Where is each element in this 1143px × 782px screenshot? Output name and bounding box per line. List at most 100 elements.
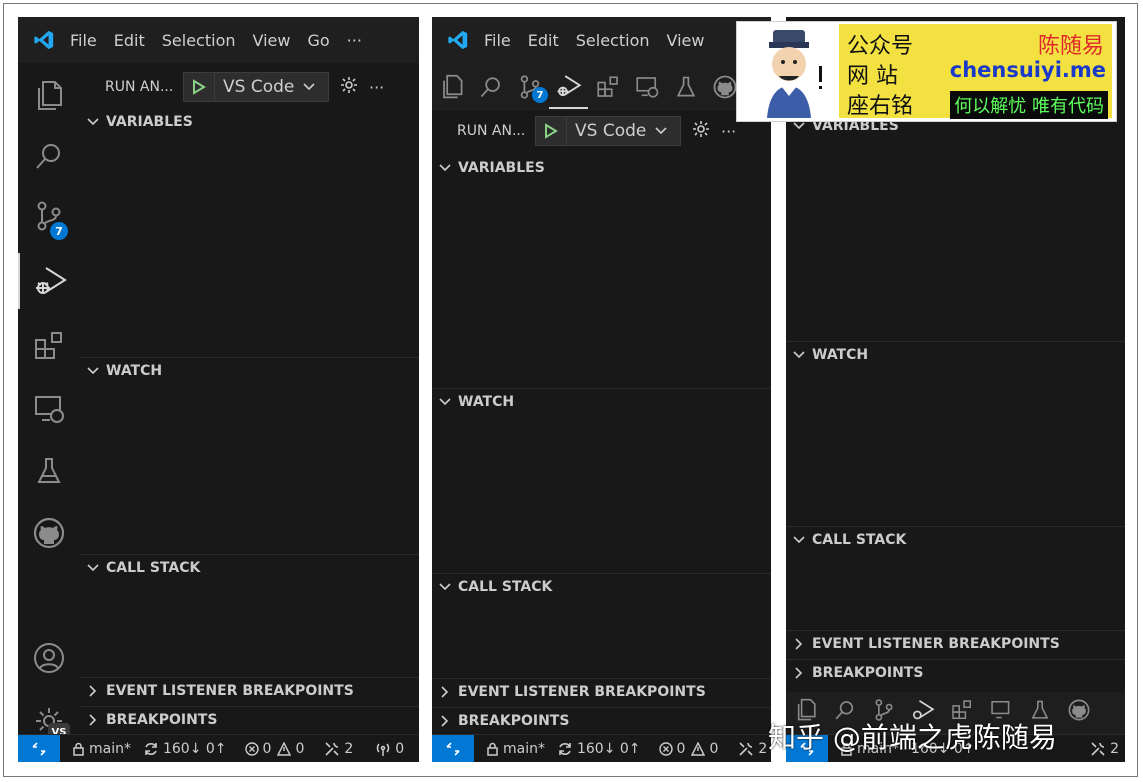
call-stack-header[interactable]: CALL STACK: [432, 574, 771, 600]
breakpoints-header[interactable]: BREAKPOINTS: [80, 707, 419, 733]
call-stack-title: CALL STACK: [458, 579, 553, 595]
vscode-window-vertical-activity-bar: File Edit Selection View Go ··· 7 VS RUN…: [18, 17, 419, 762]
tools-status[interactable]: 2: [1090, 741, 1119, 757]
gear-icon[interactable]: [339, 75, 359, 99]
problems-status[interactable]: 00: [244, 740, 305, 757]
event-listener-breakpoints-section: EVENT LISTENER BREAKPOINTS: [432, 678, 771, 707]
vscode-window-top-activity-bar: File Edit Selection View 7 RUN AN... VS …: [432, 17, 771, 762]
menu-edit[interactable]: Edit: [114, 31, 145, 50]
debug-config-select[interactable]: VS Code: [535, 116, 681, 146]
chevron-right-icon: [786, 667, 812, 679]
warning-count: 0: [295, 740, 305, 757]
run-view-title: RUN AN...: [105, 79, 174, 95]
watch-section: WATCH: [786, 341, 1125, 526]
run-debug-icon[interactable]: [18, 253, 82, 309]
extensions-icon[interactable]: [588, 65, 627, 109]
gear-icon[interactable]: [691, 119, 711, 143]
menu-selection[interactable]: Selection: [162, 31, 236, 50]
remote-explorer-icon[interactable]: [18, 381, 80, 437]
menu-edit[interactable]: Edit: [528, 31, 559, 50]
testing-icon[interactable]: [666, 65, 705, 109]
ports-count: 0: [395, 740, 405, 757]
event-listener-breakpoints-header[interactable]: EVENT LISTENER BREAKPOINTS: [432, 679, 771, 705]
sync-count: 160↓ 0↑: [162, 740, 227, 757]
more-actions-icon[interactable]: ···: [721, 122, 736, 141]
watch-header[interactable]: WATCH: [432, 389, 771, 415]
source-control-icon[interactable]: 7: [18, 188, 80, 244]
testing-icon[interactable]: [18, 443, 80, 499]
breakpoints-header[interactable]: BREAKPOINTS: [786, 660, 1125, 686]
tools-status[interactable]: 2: [738, 741, 767, 757]
call-stack-header[interactable]: CALL STACK: [80, 555, 419, 581]
github-icon[interactable]: [18, 505, 80, 561]
status-bar: main* 160↓ 0↑ 00 2: [432, 734, 771, 762]
event-listener-breakpoints-title: EVENT LISTENER BREAKPOINTS: [106, 683, 354, 699]
variables-section: VARIABLES: [432, 155, 771, 387]
warning-icon: [691, 741, 706, 756]
extensions-icon[interactable]: [18, 318, 80, 374]
more-actions-icon[interactable]: ···: [369, 78, 384, 97]
event-listener-breakpoints-section: EVENT LISTENER BREAKPOINTS: [80, 677, 419, 706]
watch-header[interactable]: WATCH: [80, 358, 419, 384]
source-control-icon[interactable]: 7: [510, 65, 549, 109]
menu-file[interactable]: File: [70, 31, 97, 50]
chevron-down-icon: [303, 83, 315, 91]
menu-view[interactable]: View: [667, 31, 705, 50]
chevron-down-icon: [432, 164, 458, 172]
tools-status[interactable]: 2: [324, 741, 353, 757]
vscode-logo-icon: [432, 17, 484, 63]
event-listener-breakpoints-header[interactable]: EVENT LISTENER BREAKPOINTS: [80, 678, 419, 704]
explorer-icon[interactable]: [432, 65, 471, 109]
sync-icon: [145, 742, 157, 755]
start-debug-icon[interactable]: [536, 117, 567, 145]
menu-file[interactable]: File: [484, 31, 511, 50]
ports-status[interactable]: 0: [375, 741, 404, 757]
banner-site-url[interactable]: chensuiyi.me: [950, 58, 1106, 82]
chevron-right-icon: [432, 686, 458, 698]
search-icon[interactable]: [471, 65, 510, 109]
start-debug-icon[interactable]: [184, 73, 215, 101]
menu-more[interactable]: ···: [347, 31, 362, 50]
chevron-down-icon: [432, 583, 458, 591]
remote-indicator-icon[interactable]: [432, 735, 474, 762]
tools-icon: [325, 741, 339, 756]
search-icon[interactable]: [18, 128, 80, 184]
branch-status[interactable]: main*: [72, 741, 131, 757]
run-debug-icon[interactable]: [549, 65, 588, 109]
status-bar: main* 160↓ 0↑ 00 2 0: [18, 734, 419, 762]
chevron-down-icon: [786, 122, 812, 130]
watch-header[interactable]: WATCH: [786, 342, 1125, 368]
remote-explorer-icon[interactable]: [627, 65, 666, 109]
event-listener-breakpoints-title: EVENT LISTENER BREAKPOINTS: [812, 636, 1060, 652]
variables-section: VARIABLES: [786, 113, 1125, 341]
warning-count: 0: [709, 740, 719, 757]
breakpoints-section: BREAKPOINTS: [432, 707, 771, 736]
title-bar: File Edit Selection View Go ···: [18, 17, 419, 63]
chevron-down-icon: [786, 351, 812, 359]
variables-header[interactable]: VARIABLES: [80, 109, 419, 135]
scm-badge: 7: [532, 87, 548, 103]
call-stack-header[interactable]: CALL STACK: [786, 527, 1125, 553]
menu-go[interactable]: Go: [307, 31, 329, 50]
menu-selection[interactable]: Selection: [576, 31, 650, 50]
branch-status[interactable]: main*: [486, 741, 545, 757]
github-icon[interactable]: [1059, 690, 1098, 730]
breakpoints-header[interactable]: BREAKPOINTS: [432, 708, 771, 734]
variables-header[interactable]: VARIABLES: [432, 155, 771, 181]
explorer-icon[interactable]: [18, 68, 80, 124]
debug-config-select[interactable]: VS Code: [183, 72, 329, 102]
sync-status[interactable]: 160↓ 0↑: [557, 741, 641, 757]
breakpoints-section: BREAKPOINTS: [80, 706, 419, 735]
tools-count: 2: [344, 740, 354, 757]
problems-status[interactable]: 00: [658, 740, 719, 757]
watch-section: WATCH: [432, 388, 771, 573]
accounts-icon[interactable]: [18, 630, 80, 686]
remote-indicator-icon[interactable]: [18, 735, 60, 762]
watch-title: WATCH: [812, 347, 869, 363]
event-listener-breakpoints-header[interactable]: EVENT LISTENER BREAKPOINTS: [786, 631, 1125, 657]
branch-name: main*: [503, 740, 545, 757]
banner-motto: 何以解忧 唯有代码: [950, 91, 1108, 119]
menu-view[interactable]: View: [253, 31, 291, 50]
sync-status[interactable]: 160↓ 0↑: [143, 741, 227, 757]
run-view-title: RUN AN...: [457, 123, 526, 139]
